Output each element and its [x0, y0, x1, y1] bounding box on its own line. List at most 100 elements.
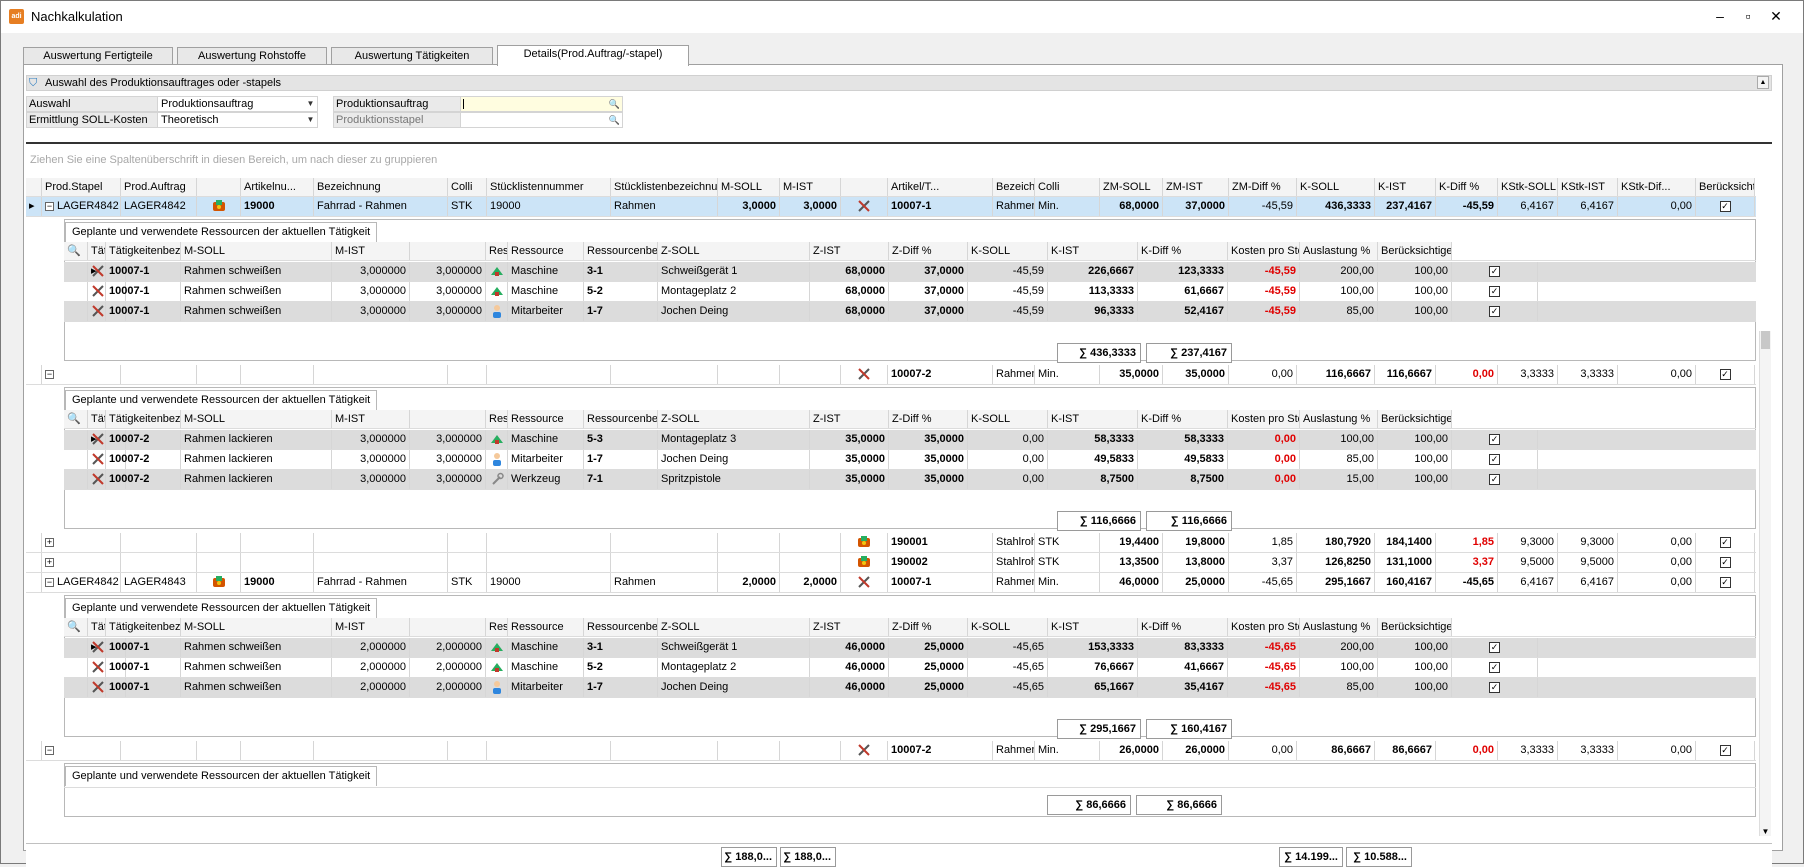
- detail-header-row: 🔍TätigkeitTätigkeitenbezeichnungM-SOLLM-…: [64, 242, 1756, 261]
- group-by-area[interactable]: Ziehen Sie eine Spaltenüberschrift in di…: [26, 144, 1772, 178]
- berucksichtigen-checkbox[interactable]: ✓: [1489, 642, 1500, 653]
- detail-row[interactable]: 10007-2 Rahmen lackieren 3,000000 3,000000 W…: [64, 470, 1756, 490]
- detail-row[interactable]: ▸ 10007-1 Rahmen schweißen 2,000000 2,000000…: [64, 638, 1756, 658]
- kstk-soll-cell: 9,3000: [1498, 533, 1558, 552]
- kosten-std-cell: 100,00: [1300, 282, 1378, 301]
- detail-tab[interactable]: Geplante und verwendete Ressourcen der a…: [65, 598, 378, 618]
- main-row[interactable]: +190001Stahlrohr 40mmSTK19,440019,80001,…: [26, 533, 1756, 553]
- tab-details[interactable]: Details(Prod.Auftrag/-stapel): [497, 45, 689, 66]
- main-row[interactable]: −10007-2Rahmen lackierenMin.26,000026,00…: [26, 741, 1756, 761]
- expand-collapse-icon[interactable]: +: [45, 538, 54, 547]
- detail-row[interactable]: 10007-1 Rahmen schweißen 3,000000 3,000000 M…: [64, 282, 1756, 302]
- detail-column-header: Z-IST: [810, 242, 889, 260]
- maximize-icon[interactable]: ▫: [1735, 5, 1761, 27]
- berucksichtigen-checkbox[interactable]: ✓: [1489, 286, 1500, 297]
- expand-collapse-icon[interactable]: +: [45, 558, 54, 567]
- berucksichtigen-checkbox[interactable]: ✓: [1489, 474, 1500, 485]
- detail-header-row: 🔍TätigkeitTätigkeitenbezeichnungM-SOLLM-…: [64, 618, 1756, 637]
- chevron-down-icon[interactable]: ▼: [304, 97, 317, 111]
- k-diff-cell: 1,85: [1436, 533, 1498, 552]
- expand-collapse-icon[interactable]: −: [45, 578, 54, 587]
- k-ist-cell: 184,1400: [1375, 533, 1436, 552]
- taetigkeit-cell: 10007-1: [106, 638, 181, 657]
- activity-icon-cell: [88, 262, 106, 281]
- auswahl-select[interactable]: Produktionsauftrag ▼: [157, 96, 318, 112]
- stapel-input[interactable]: 🔍: [460, 112, 623, 128]
- expand-collapse-icon[interactable]: −: [45, 746, 54, 755]
- detail-row[interactable]: 10007-1 Rahmen schweißen 2,000000 2,000000 M…: [64, 658, 1756, 678]
- main-row[interactable]: − LAGER4842 LAGER4843 19000 Fahrrad - Rahmen…: [26, 573, 1756, 593]
- berucksichtigen-checkbox[interactable]: ✓: [1489, 266, 1500, 277]
- minimize-icon[interactable]: –: [1707, 5, 1733, 27]
- d-k-diff-cell: -45,59: [1228, 282, 1300, 301]
- z-ist-cell: 25,0000: [889, 658, 968, 677]
- search-icon[interactable]: 🔍: [609, 113, 620, 127]
- detail-tab[interactable]: Geplante und verwendete Ressourcen der a…: [65, 222, 378, 242]
- machine-icon: [490, 284, 504, 298]
- close-icon[interactable]: ✕: [1763, 5, 1789, 27]
- taetigkeit-cell: 10007-1: [106, 302, 181, 321]
- berucksichtigen-checkbox[interactable]: ✓: [1719, 201, 1731, 212]
- column-header: K-Diff %: [1436, 178, 1498, 196]
- kstk-ist-cell: 6,4167: [1558, 573, 1618, 592]
- berucksichtigen-checkbox[interactable]: ✓: [1489, 306, 1500, 317]
- berucksichtigen-checkbox[interactable]: ✓: [1719, 577, 1731, 588]
- collapse-icon[interactable]: ▲: [1757, 76, 1769, 89]
- z-diff-cell: -45,59: [968, 282, 1048, 301]
- detail-column-header: K-SOLL: [968, 618, 1048, 636]
- detail-column-header: Z-IST: [810, 618, 889, 636]
- d-k-soll-cell: 153,3333: [1048, 638, 1138, 657]
- berucksichtigen-cell: ✓: [1696, 365, 1755, 384]
- scroll-thumb[interactable]: [1761, 331, 1770, 349]
- detail-row[interactable]: ▸ 10007-2 Rahmen lackieren 3,000000 3,000000…: [64, 430, 1756, 450]
- berucksichtigen-cell: ✓: [1696, 573, 1755, 592]
- berucksichtigen-checkbox[interactable]: ✓: [1719, 369, 1731, 380]
- empty-cell: [121, 553, 197, 572]
- expand-collapse-icon[interactable]: −: [45, 202, 54, 211]
- ressource-bez-cell: Jochen Deing: [658, 678, 810, 697]
- berucksichtigen-checkbox[interactable]: ✓: [1489, 454, 1500, 465]
- tools-icon: [91, 264, 105, 278]
- zm-soll-cell: 26,0000: [1100, 741, 1163, 760]
- main-row[interactable]: ▸ − LAGER4842 LAGER4842 19000 Fahrrad - Rahme…: [26, 197, 1756, 217]
- tab-auswertung-taetigkeiten[interactable]: Auswertung Tätigkeiten: [331, 47, 493, 65]
- main-row[interactable]: +190002Stahlrohr 20mmSTK13,350013,80003,…: [26, 553, 1756, 573]
- ressourceart-cell: Mitarbeiter: [508, 302, 584, 321]
- text-cursor: [463, 99, 464, 109]
- kosten-std-cell: 100,00: [1300, 658, 1378, 677]
- berucksichtigen-checkbox[interactable]: ✓: [1489, 682, 1500, 693]
- column-header: ZM-IST: [1163, 178, 1229, 196]
- d-berucksichtigen-cell: ✓: [1452, 638, 1538, 657]
- detail-tab[interactable]: Geplante und verwendete Ressourcen der a…: [65, 766, 378, 786]
- berucksichtigen-checkbox[interactable]: ✓: [1719, 557, 1731, 568]
- berucksichtigen-checkbox[interactable]: ✓: [1719, 745, 1731, 756]
- d-m-ist-cell: 3,000000: [410, 282, 486, 301]
- detail-row[interactable]: 10007-2 Rahmen lackieren 3,000000 3,000000 M…: [64, 450, 1756, 470]
- z-diff-cell: 0,00: [968, 450, 1048, 469]
- berucksichtigen-checkbox[interactable]: ✓: [1489, 662, 1500, 673]
- berucksichtigen-checkbox[interactable]: ✓: [1719, 537, 1731, 548]
- soll-select[interactable]: Theoretisch ▼: [157, 112, 318, 128]
- kosten-std-cell: 85,00: [1300, 678, 1378, 697]
- detail-sum-k-ist: ∑ 116,6666: [1146, 511, 1232, 531]
- vertical-scrollbar[interactable]: ▼: [1759, 331, 1771, 836]
- main-row[interactable]: −10007-2Rahmen lackierenMin.35,000035,00…: [26, 365, 1756, 385]
- artikel-cell: 19000: [241, 573, 314, 592]
- tab-auswertung-rohstoffe[interactable]: Auswertung Rohstoffe: [177, 47, 327, 65]
- detail-row[interactable]: ▸ 10007-1 Rahmen schweißen 3,000000 3,000000…: [64, 262, 1756, 282]
- chevron-down-icon[interactable]: ▼: [304, 113, 317, 127]
- zm-diff-cell: 0,00: [1229, 741, 1297, 760]
- detail-tab[interactable]: Geplante und verwendete Ressourcen der a…: [65, 390, 378, 410]
- taetigkeit-cell: 10007-2: [106, 430, 181, 449]
- auftrag-label: Produktionsauftrag: [333, 96, 461, 112]
- auftrag-input[interactable]: 🔍: [460, 96, 623, 112]
- scroll-down-icon[interactable]: ▼: [1760, 827, 1771, 836]
- search-icon[interactable]: 🔍: [609, 97, 620, 111]
- tab-auswertung-fertigteile[interactable]: Auswertung Fertigteile: [23, 47, 173, 65]
- expand-collapse-icon[interactable]: −: [45, 370, 54, 379]
- berucksichtigen-checkbox[interactable]: ✓: [1489, 434, 1500, 445]
- detail-row[interactable]: 10007-1 Rahmen schweißen 3,000000 3,000000 M…: [64, 302, 1756, 322]
- window-title: Nachkalkulation: [31, 9, 123, 24]
- d-m-soll-cell: 3,000000: [332, 262, 410, 281]
- detail-row[interactable]: 10007-1 Rahmen schweißen 2,000000 2,000000 M…: [64, 678, 1756, 698]
